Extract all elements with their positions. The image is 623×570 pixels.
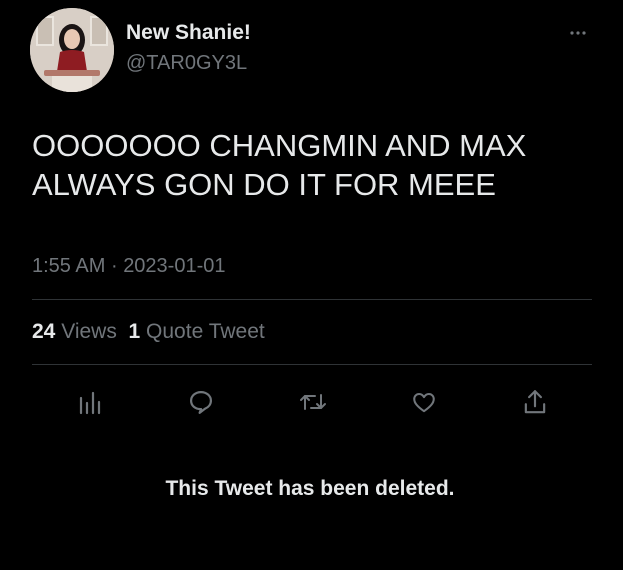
tweet-time[interactable]: 1:55 AM	[32, 255, 105, 277]
reply-button[interactable]	[181, 382, 221, 422]
profile-photo	[30, 8, 114, 92]
tweet-date[interactable]: 2023-01-01	[123, 255, 225, 277]
deleted-tweet-notice: This Tweet has been deleted.	[165, 477, 455, 500]
share-button[interactable]	[515, 382, 555, 422]
tweet-stats: 24 Views 1 Quote Tweet	[32, 320, 265, 344]
views-count: 24	[32, 320, 56, 343]
divider	[32, 364, 592, 365]
like-button[interactable]	[404, 382, 444, 422]
more-horizontal-icon	[570, 31, 586, 35]
bar-chart-icon	[79, 391, 101, 415]
views-label: Views	[61, 320, 117, 343]
action-bar	[0, 382, 623, 422]
avatar[interactable]	[30, 8, 114, 92]
retweet-arrows-icon	[300, 394, 326, 410]
timestamp-separator: ·	[110, 255, 118, 277]
heart-icon	[413, 392, 435, 413]
quote-tweets-stat[interactable]: 1 Quote Tweet	[129, 320, 265, 343]
user-handle[interactable]: @TAR0GY3L	[126, 52, 247, 75]
speech-bubble-icon	[189, 390, 213, 414]
share-upload-icon	[524, 390, 546, 414]
tweet-timestamp: 1:55 AM · 2023-01-01	[32, 255, 226, 278]
divider	[32, 299, 592, 300]
quotes-label: Quote Tweet	[146, 320, 265, 343]
tweet-text: OOOOOOO CHANGMIN AND MAX ALWAYS GON DO I…	[32, 128, 527, 202]
more-options-button[interactable]	[563, 22, 593, 42]
display-name[interactable]: New Shanie!	[126, 21, 251, 45]
analytics-button[interactable]	[70, 382, 110, 422]
views-stat[interactable]: 24 Views	[32, 320, 117, 343]
retweet-button[interactable]	[293, 382, 333, 422]
quotes-count: 1	[128, 320, 141, 343]
